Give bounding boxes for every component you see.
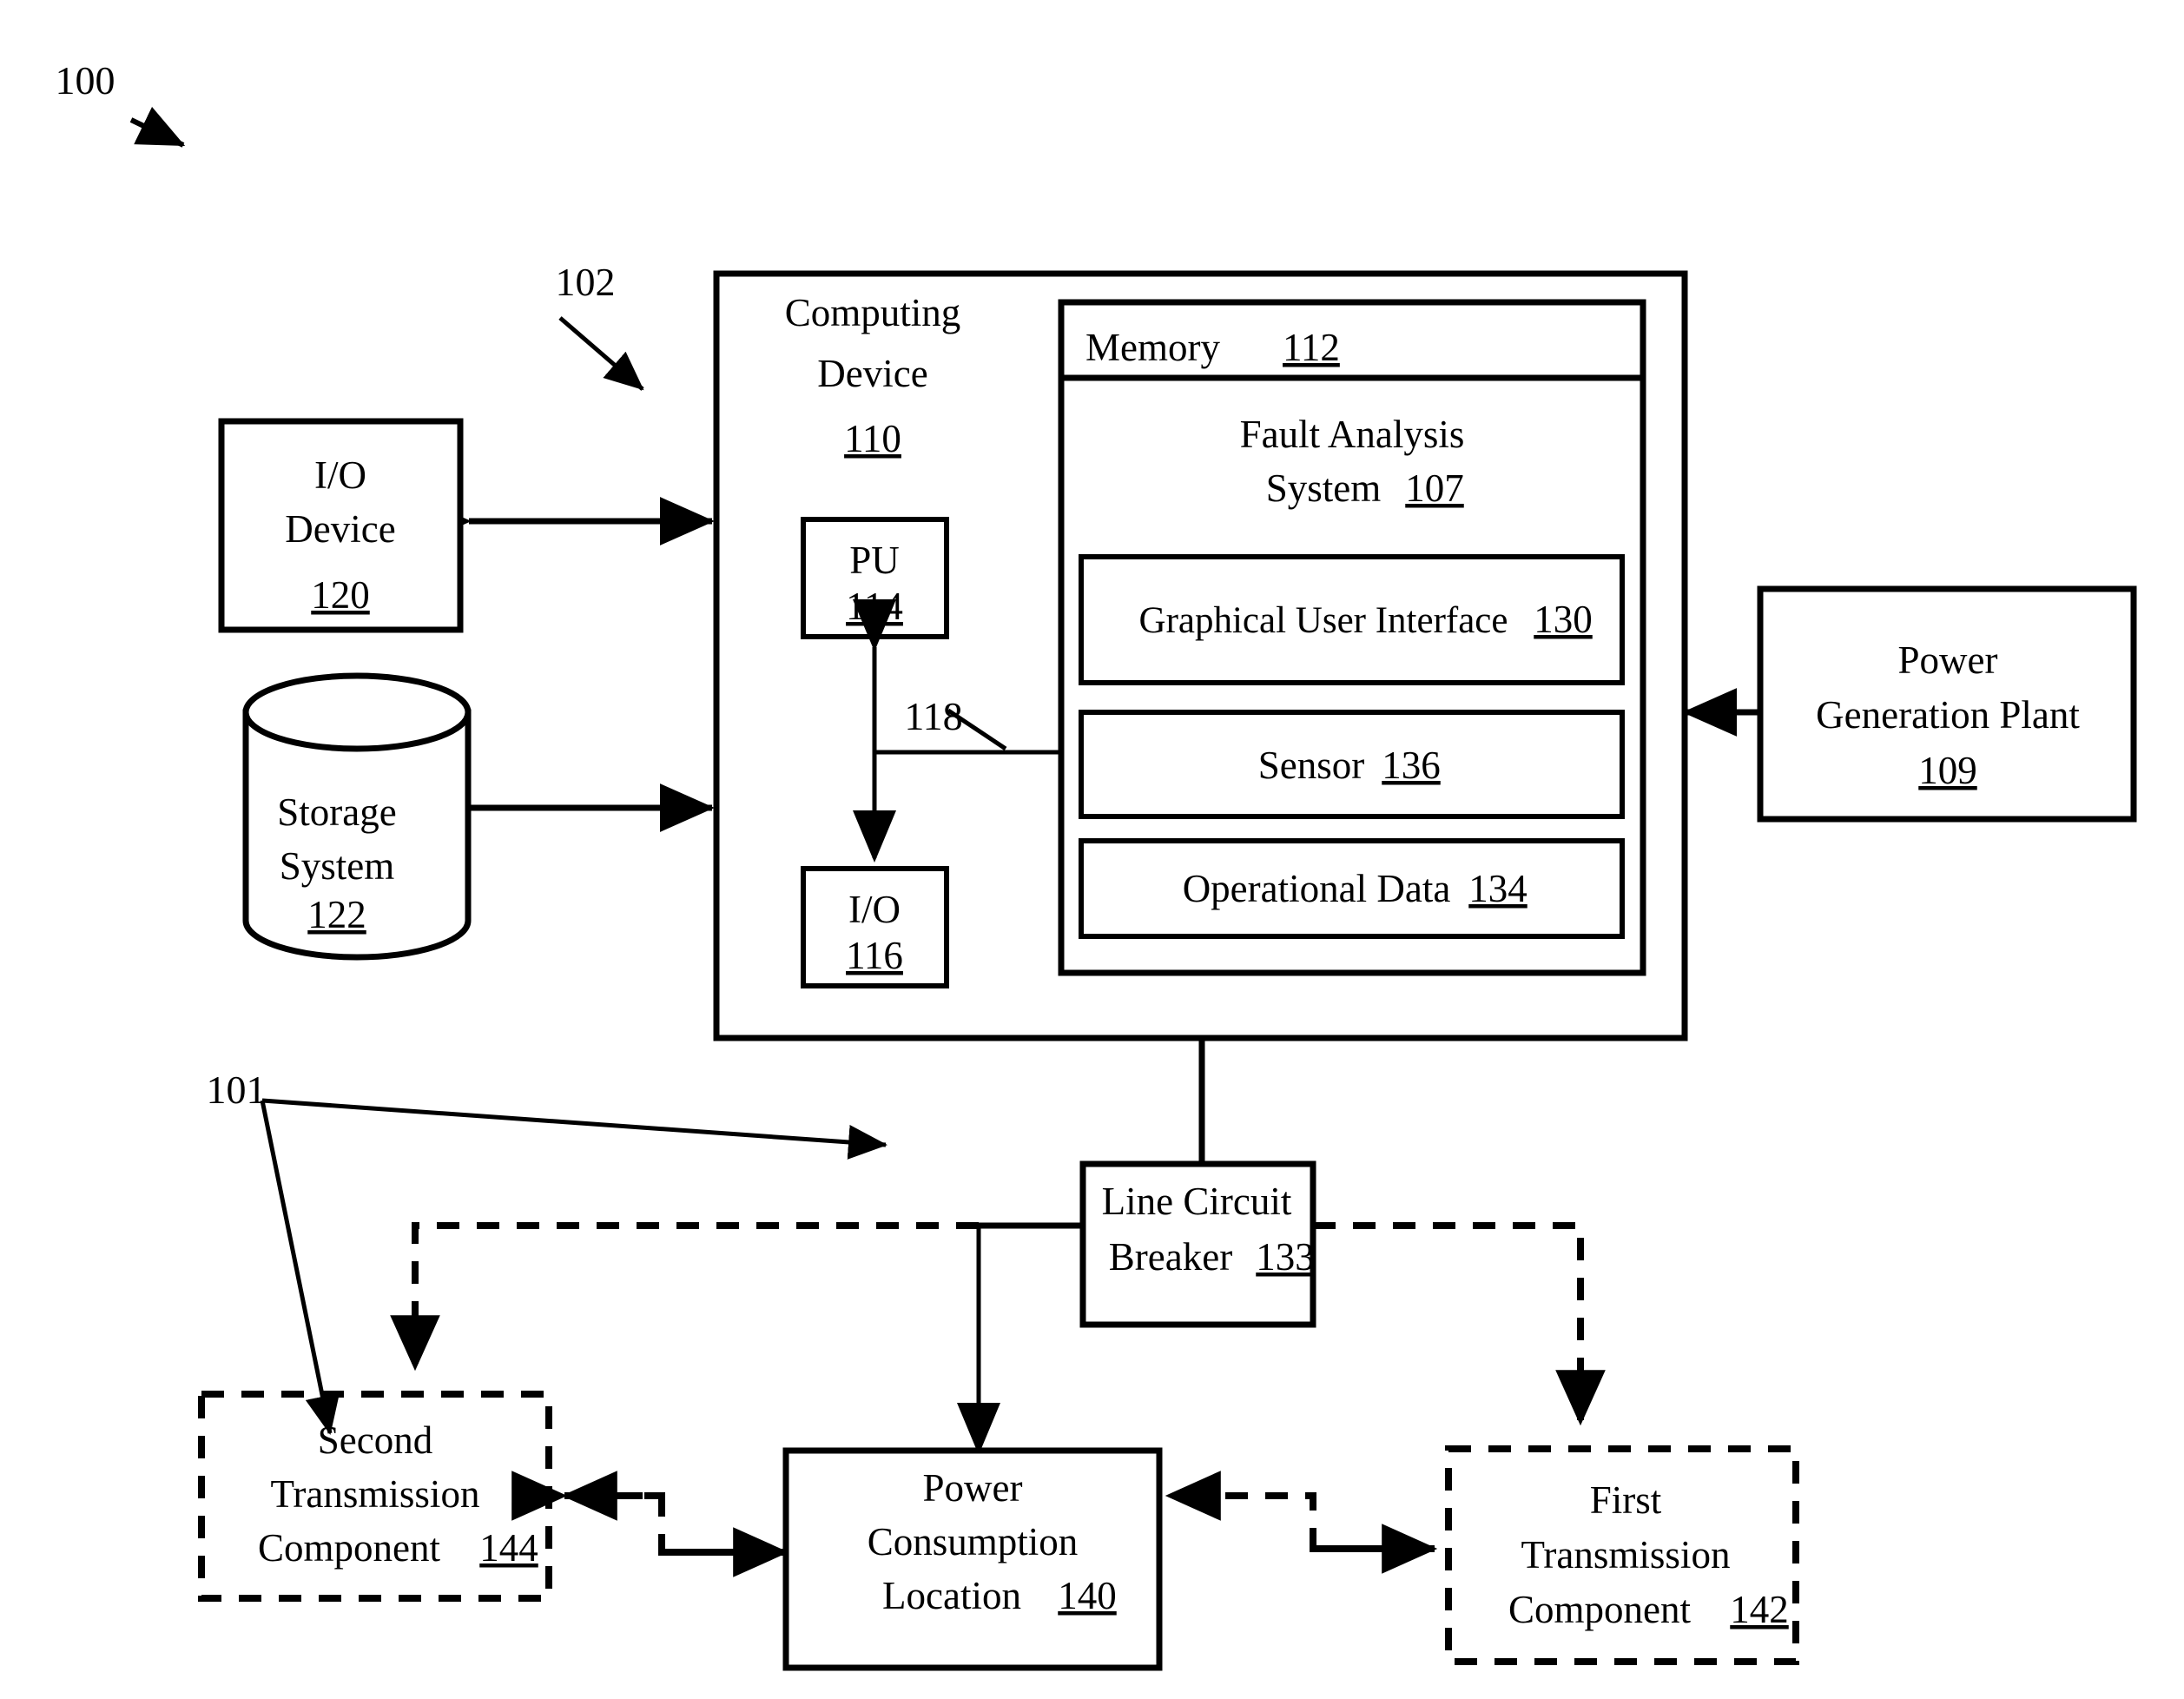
power-consumption-ref: 140 (1058, 1574, 1117, 1617)
memory-label: Memory (1085, 326, 1220, 369)
storage-system-label-line1: Storage (277, 790, 396, 834)
first-transmission-label-line1: First (1590, 1478, 1662, 1522)
line-circuit-breaker-label-line2: Breaker (1109, 1235, 1232, 1279)
dashed-bus-right (1313, 1222, 1606, 1426)
second-transmission-label-line2: Transmission (271, 1472, 480, 1516)
ref-102-leader (558, 316, 644, 391)
power-plant-label-line2: Generation Plant (1816, 693, 2080, 737)
operational-data-ref: 134 (1468, 867, 1527, 910)
io-device-label-line1: I/O (314, 453, 366, 497)
ref-101-leaders (260, 1098, 887, 1435)
storage-system-ref: 122 (307, 893, 366, 936)
fault-analysis-title-line2: System (1266, 466, 1382, 510)
sensor-ref: 136 (1382, 744, 1441, 787)
power-bus-lines (957, 1222, 1083, 1455)
power-consumption-label-line1: Power (923, 1466, 1023, 1510)
storage-system-label-line2: System (280, 844, 395, 888)
computing-device-ref: 110 (844, 417, 901, 460)
patent-figure-canvas: 100 102 101 Computing Device 110 PU 114 … (0, 0, 2184, 1699)
computing-device-title-line1: Computing (785, 291, 961, 334)
system-block-diagram: 100 102 101 Computing Device 110 PU 114 … (56, 58, 2137, 1671)
power-consumption-label-line3: Location (882, 1574, 1021, 1617)
second-transmission-label-line3: Component (258, 1526, 440, 1570)
second-transmission-label-line1: Second (318, 1418, 432, 1462)
second-transmission-ref: 144 (479, 1526, 538, 1570)
ref-100-label: 100 (56, 58, 115, 102)
ref-101-label: 101 (207, 1068, 267, 1112)
power-plant-label-line1: Power (1898, 638, 1998, 682)
ref-102-label: 102 (556, 260, 616, 304)
connector-first-transmission-to-power-consumption (1165, 1471, 1438, 1574)
first-transmission-label-line3: Component (1508, 1588, 1691, 1631)
computing-device-title-line2: Device (817, 352, 927, 395)
line-circuit-breaker-label-line1: Line Circuit (1102, 1180, 1292, 1223)
power-plant-ref: 109 (1918, 749, 1977, 792)
processing-unit-label: PU (849, 539, 900, 582)
first-transmission-label-line2: Transmission (1521, 1533, 1731, 1577)
fault-analysis-title-line1: Fault Analysis (1240, 413, 1465, 456)
internal-bus-ref: 118 (904, 694, 962, 738)
io-unit-label: I/O (848, 888, 901, 931)
ref-100-leader (129, 106, 186, 148)
dashed-bus-left (390, 1222, 979, 1372)
power-consumption-label-line2: Consumption (868, 1520, 1079, 1563)
connector-second-transmission-to-power-consumption (511, 1471, 789, 1577)
io-device-ref: 120 (311, 573, 370, 617)
graphical-user-interface-label: Graphical User Interface (1139, 600, 1508, 641)
fault-analysis-ref: 107 (1405, 466, 1464, 510)
line-circuit-breaker-ref: 133 (1256, 1235, 1315, 1279)
graphical-user-interface-ref: 130 (1534, 598, 1593, 641)
io-unit-ref: 116 (846, 934, 903, 977)
first-transmission-ref: 142 (1730, 1588, 1789, 1631)
io-device-label-line2: Device (285, 507, 395, 551)
operational-data-label: Operational Data (1183, 867, 1451, 910)
sensor-label: Sensor (1258, 744, 1365, 787)
memory-ref: 112 (1283, 326, 1340, 369)
processing-unit-ref: 114 (846, 585, 903, 628)
